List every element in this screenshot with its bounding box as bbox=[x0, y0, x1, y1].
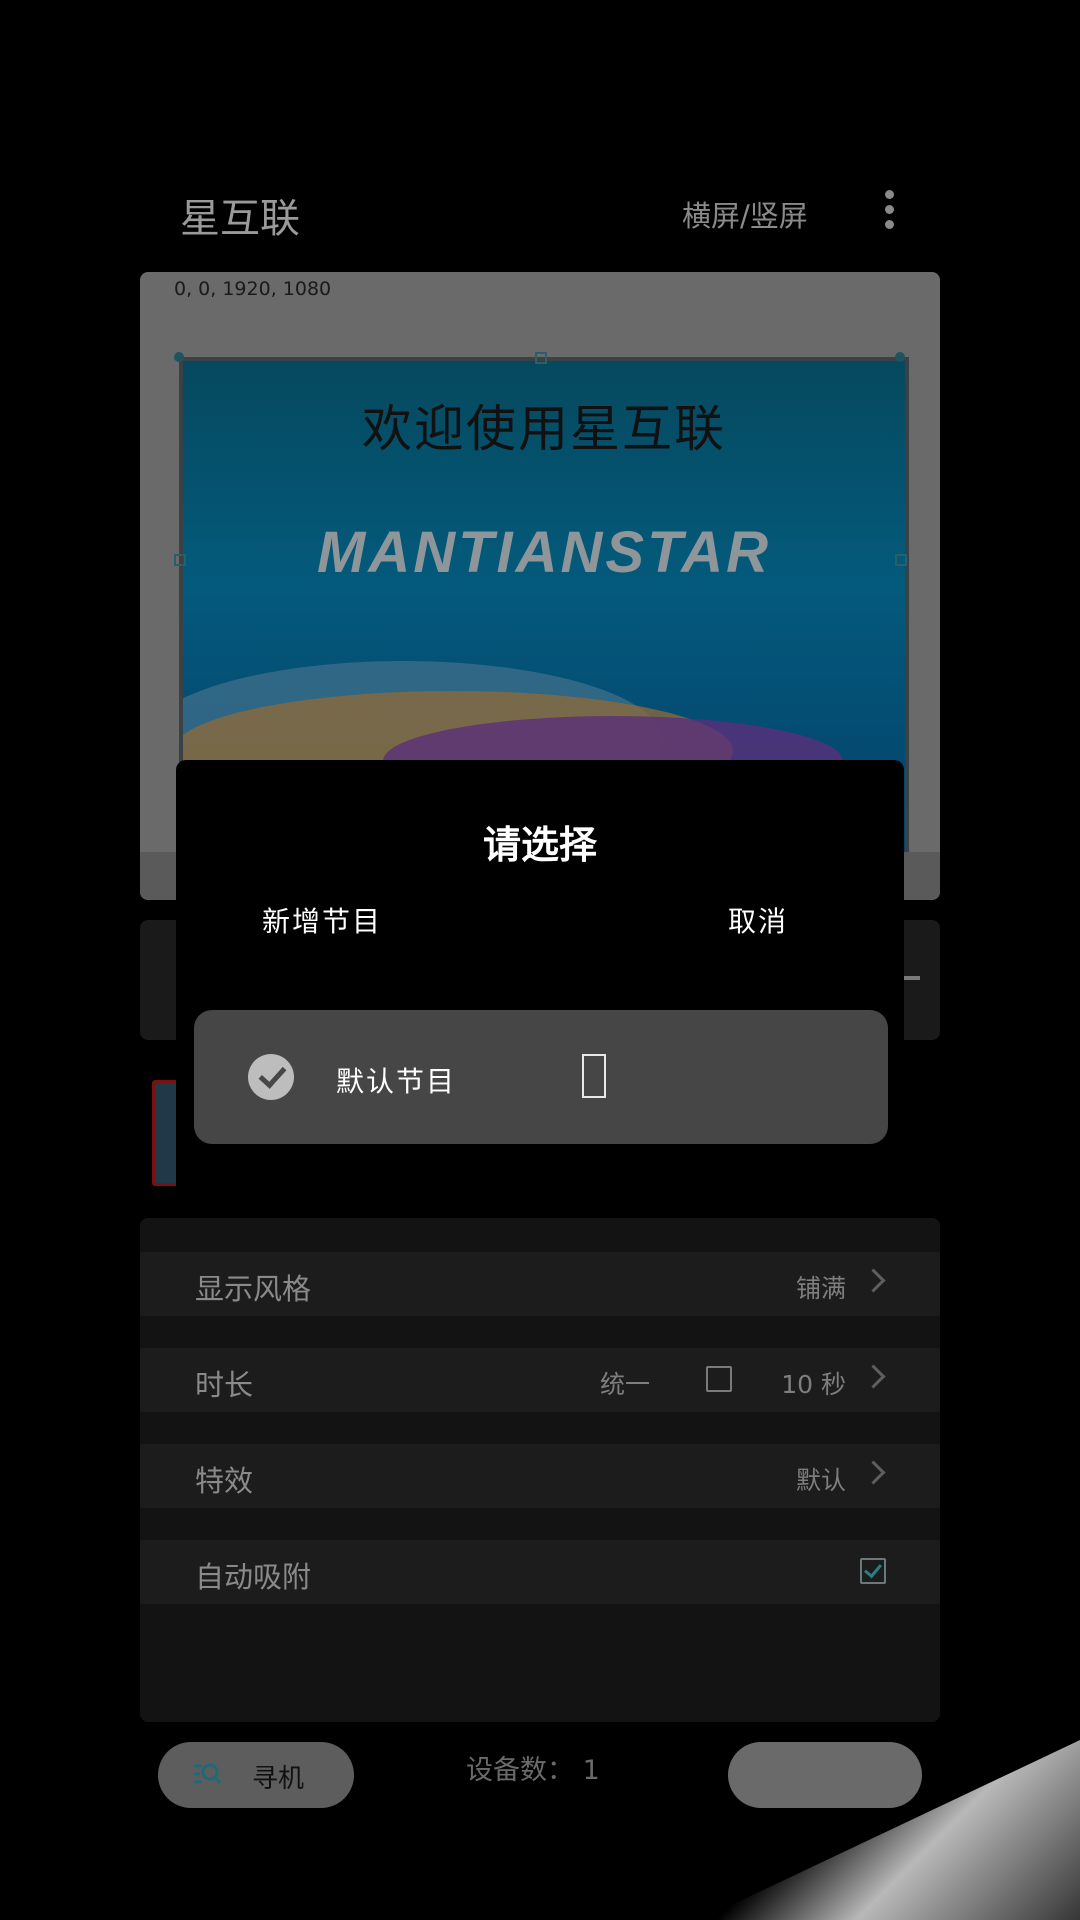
canvas-heading: 欢迎使用星互联 bbox=[362, 400, 726, 458]
settings-card: 显示风格 铺满 时长 统一 10 秒 特效 默认 自动吸附 bbox=[140, 1218, 940, 1722]
logo-text: MANTIANSTAR bbox=[317, 520, 771, 585]
unify-label: 统一 bbox=[600, 1370, 651, 1399]
auto-snap-checkbox[interactable] bbox=[860, 1558, 886, 1584]
resize-handle-left[interactable] bbox=[174, 554, 186, 566]
setting-label: 自动吸附 bbox=[195, 1560, 312, 1594]
orientation-toggle-button[interactable]: 横屏/竖屏 bbox=[682, 193, 808, 235]
chevron-right-icon bbox=[861, 1460, 886, 1485]
setting-duration[interactable]: 时长 统一 10 秒 bbox=[140, 1348, 940, 1412]
setting-auto-snap[interactable]: 自动吸附 bbox=[140, 1540, 940, 1604]
setting-value: 铺满 bbox=[795, 1274, 846, 1303]
cancel-button[interactable]: 取消 bbox=[728, 900, 788, 940]
select-dialog: 请选择 新增节目 取消 默认节目 bbox=[176, 760, 904, 1212]
program-item[interactable]: 默认节目 bbox=[194, 1010, 888, 1144]
setting-value: 默认 bbox=[795, 1466, 846, 1495]
unify-checkbox[interactable] bbox=[706, 1366, 732, 1392]
dialog-title: 请选择 bbox=[482, 823, 597, 867]
setting-label: 显示风格 bbox=[195, 1272, 312, 1306]
chevron-right-icon bbox=[861, 1268, 886, 1293]
resize-handle-top-left[interactable] bbox=[174, 352, 184, 362]
resize-handle-right[interactable] bbox=[895, 554, 907, 566]
search-list-icon bbox=[194, 1763, 222, 1784]
duration-value: 10 秒 bbox=[781, 1370, 846, 1399]
setting-display-style[interactable]: 显示风格 铺满 bbox=[140, 1252, 940, 1316]
resize-handle-top-right[interactable] bbox=[895, 352, 905, 362]
program-name: 默认节目 bbox=[336, 1065, 457, 1098]
app-title: 星互联 bbox=[180, 196, 300, 242]
setting-label: 特效 bbox=[195, 1464, 254, 1498]
preview-coordinates: 0, 0, 1920, 1080 bbox=[174, 278, 332, 300]
resize-handle-top[interactable] bbox=[535, 352, 547, 364]
device-count: 设备数： 1 bbox=[466, 1755, 600, 1786]
chevron-right-icon bbox=[861, 1364, 886, 1389]
unknown-glyph-icon bbox=[582, 1054, 606, 1098]
check-circle-icon[interactable] bbox=[248, 1054, 294, 1100]
add-program-button[interactable]: 新增节目 bbox=[262, 900, 382, 940]
setting-effect[interactable]: 特效 默认 bbox=[140, 1444, 940, 1508]
publish-button[interactable] bbox=[728, 1742, 922, 1808]
more-vertical-icon[interactable] bbox=[880, 190, 898, 230]
setting-label: 时长 bbox=[195, 1368, 254, 1402]
search-device-button[interactable]: 寻机 bbox=[158, 1742, 354, 1808]
search-device-label: 寻机 bbox=[252, 1764, 305, 1794]
